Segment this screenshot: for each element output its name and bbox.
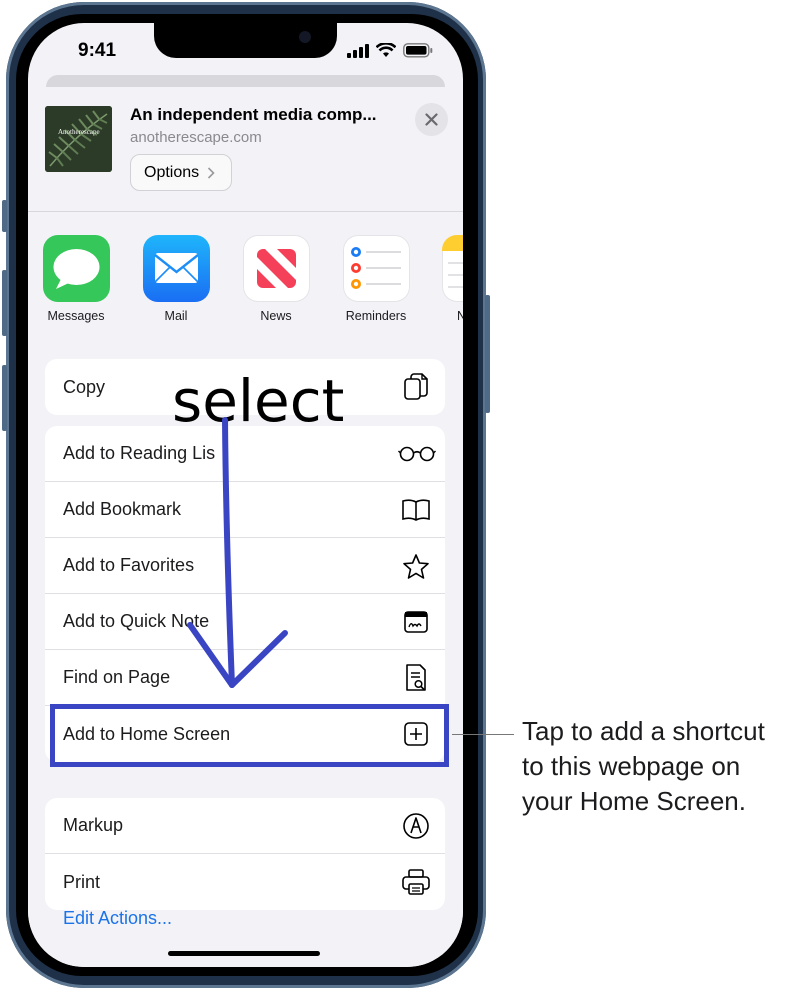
app-news[interactable]: News	[242, 235, 310, 323]
app-label: News	[260, 309, 292, 323]
close-button[interactable]	[415, 103, 448, 136]
find-doc-icon	[401, 664, 431, 692]
share-header: Anotherescape An independent media comp.…	[28, 87, 463, 212]
page-title: An independent media comp...	[130, 105, 377, 124]
notes-icon	[442, 235, 463, 302]
markup-pen-icon	[401, 812, 431, 840]
home-indicator	[168, 951, 320, 956]
status-icons	[347, 43, 433, 58]
mail-icon	[142, 235, 210, 302]
side-button-power	[485, 295, 490, 413]
action-label: Markup	[63, 815, 124, 835]
signal-icon	[347, 43, 369, 58]
camera-icon	[299, 31, 311, 43]
options-label: Options	[144, 163, 200, 181]
callout-text: Tap to add a shortcut to this webpage on…	[522, 714, 765, 819]
side-button-silent	[2, 200, 7, 232]
page-url: anotherescape.com	[130, 129, 262, 146]
chevron-right-icon	[207, 166, 215, 179]
callout-line-1: Tap to add a shortcut	[522, 716, 765, 746]
printer-icon	[401, 868, 431, 896]
notch	[154, 23, 337, 58]
callout-line-3: your Home Screen.	[522, 786, 746, 816]
app-label: Reminders	[345, 309, 407, 323]
quick-note-icon	[401, 608, 431, 636]
star-icon	[401, 552, 431, 580]
app-notes[interactable]: N	[442, 235, 463, 323]
book-icon	[401, 496, 431, 524]
app-share-row: Messages Mail News Reminders N	[28, 235, 463, 325]
glasses-icon	[398, 440, 436, 468]
app-label: Mail	[164, 309, 188, 323]
edit-actions-link[interactable]: Edit Actions...	[63, 908, 172, 929]
home-screen-highlight	[50, 704, 449, 767]
app-messages[interactable]: Messages	[42, 235, 110, 323]
app-reminders[interactable]: Reminders	[342, 235, 410, 323]
side-button-volume-up	[2, 270, 7, 336]
wifi-icon	[376, 43, 396, 58]
action-label: Find on Page	[63, 667, 171, 687]
close-icon	[425, 113, 438, 126]
actions-group-secondary: Markup Print	[45, 798, 445, 910]
page-thumbnail: Anotherescape	[45, 106, 112, 172]
callout-line-2: to this webpage on	[522, 751, 741, 781]
action-label: Add to Favorites	[63, 555, 195, 575]
app-mail[interactable]: Mail	[142, 235, 210, 323]
messages-icon	[42, 235, 110, 302]
battery-icon	[403, 43, 433, 58]
status-time: 9:41	[78, 40, 117, 61]
thumbnail-wordmark: Anotherescape	[58, 128, 100, 136]
action-label: Add Bookmark	[63, 499, 182, 519]
callout-leader-line	[452, 734, 514, 735]
action-label: Print	[63, 871, 101, 892]
reminders-icon	[342, 235, 410, 302]
side-button-volume-down	[2, 365, 7, 431]
action-label: Copy	[63, 376, 106, 397]
app-label: Messages	[47, 309, 105, 323]
copy-icon	[401, 373, 431, 401]
action-markup[interactable]: Markup	[45, 798, 445, 854]
action-print[interactable]: Print	[45, 854, 445, 910]
app-label: N	[457, 309, 463, 323]
options-button[interactable]: Options	[130, 154, 232, 191]
arrow-down-annotation	[187, 417, 288, 688]
news-icon	[242, 235, 310, 302]
